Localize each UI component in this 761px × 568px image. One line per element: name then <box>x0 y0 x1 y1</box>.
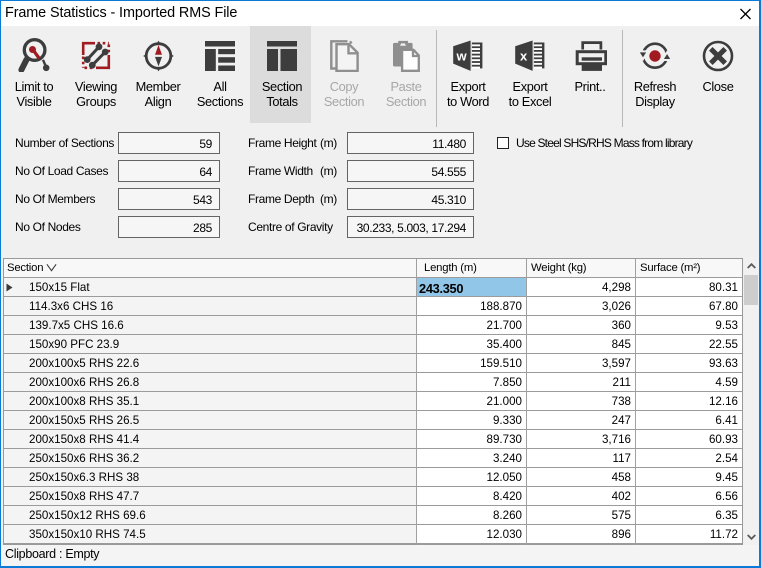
svg-text:x: x <box>520 49 528 64</box>
svg-text:w: w <box>456 49 468 64</box>
